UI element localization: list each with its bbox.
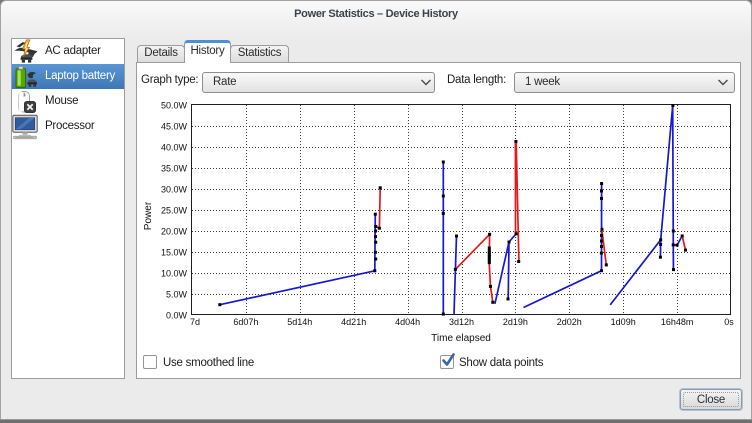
svg-text:Power: Power	[143, 201, 154, 230]
svg-text:2d02h: 2d02h	[557, 317, 582, 327]
svg-text:1d09h: 1d09h	[611, 317, 636, 327]
svg-text:40.0W: 40.0W	[161, 143, 188, 153]
svg-text:5.0W: 5.0W	[166, 290, 188, 300]
svg-text:35.0W: 35.0W	[161, 164, 188, 174]
svg-text:10.0W: 10.0W	[161, 269, 188, 279]
svg-text:4d04h: 4d04h	[395, 317, 420, 327]
svg-text:7d: 7d	[190, 317, 200, 327]
svg-text:25.0W: 25.0W	[161, 206, 188, 216]
svg-text:5d14h: 5d14h	[287, 317, 312, 327]
svg-text:2d19h: 2d19h	[503, 317, 528, 327]
svg-text:Time elapsed: Time elapsed	[431, 333, 491, 344]
svg-text:16h48m: 16h48m	[661, 317, 694, 327]
svg-text:0s: 0s	[724, 317, 734, 327]
svg-text:4d21h: 4d21h	[341, 317, 366, 327]
svg-text:15.0W: 15.0W	[161, 248, 188, 258]
svg-text:3d12h: 3d12h	[449, 317, 474, 327]
svg-text:6d07h: 6d07h	[233, 317, 258, 327]
svg-text:0.0W: 0.0W	[166, 311, 188, 321]
svg-text:50.0W: 50.0W	[161, 101, 188, 111]
svg-text:30.0W: 30.0W	[161, 185, 188, 195]
svg-text:20.0W: 20.0W	[161, 227, 188, 237]
svg-text:45.0W: 45.0W	[161, 122, 188, 132]
